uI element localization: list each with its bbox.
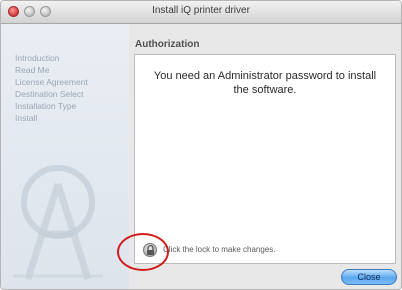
lock-label: Click the lock to make changes. (163, 245, 276, 254)
step-list: Introduction Read Me License Agreement D… (15, 52, 88, 124)
close-button[interactable]: Close (341, 269, 397, 285)
title-bar: Install iQ printer driver (1, 1, 401, 24)
pane-title: Authorization (135, 39, 200, 50)
installer-logo-icon (13, 165, 103, 281)
step-installation-type: Installation Type (15, 101, 77, 111)
step-read-me: Read Me (15, 65, 50, 75)
authorization-message: You need an Administrator password to in… (153, 70, 377, 96)
step-install: Install (15, 113, 38, 123)
step-license: License Agreement (15, 77, 88, 87)
installer-sidebar: Introduction Read Me License Agreement D… (1, 24, 129, 289)
window-title: Install iQ printer driver (152, 5, 250, 16)
step-destination: Destination Select (15, 89, 84, 99)
lock-icon[interactable] (143, 243, 157, 257)
installer-window: Install iQ printer driver Introduction R… (0, 0, 402, 290)
content-pane: You need an Administrator password to in… (134, 54, 396, 264)
step-introduction: Introduction (15, 53, 60, 63)
